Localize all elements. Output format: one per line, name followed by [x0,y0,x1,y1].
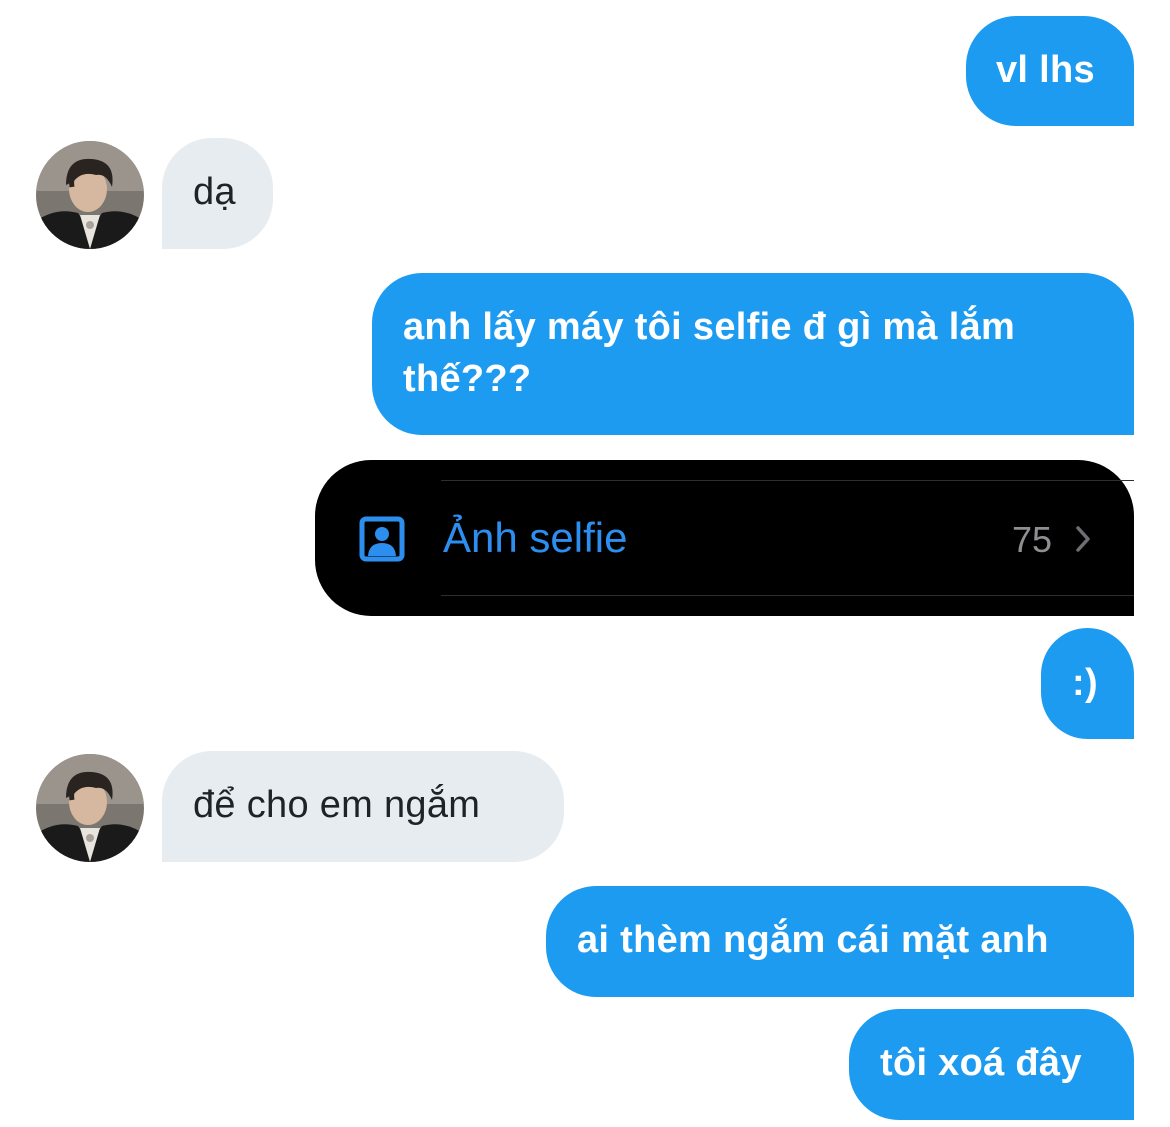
message-bubble-outgoing[interactable]: :) [1041,628,1134,739]
avatar-photo [36,141,144,249]
message-bubble-outgoing[interactable]: tôi xoá đây [849,1009,1134,1120]
divider [441,595,1134,596]
album-label: Ảnh selfie [443,514,628,561]
divider [441,480,1134,481]
message-text: vl lhs [996,49,1095,91]
message-bubble-outgoing[interactable]: vl lhs [966,16,1134,126]
message-bubble-outgoing[interactable]: anh lấy máy tôi selfie đ gì mà lắm thế??… [372,273,1134,435]
contact-avatar[interactable] [36,754,144,862]
message-text: tôi xoá đây [880,1042,1082,1084]
message-bubble-incoming[interactable]: dạ [162,138,273,249]
album-card[interactable]: Ảnh selfie 75 [315,460,1134,616]
message-text: để cho em ngắm [193,784,481,826]
chevron-right-icon [1076,526,1090,552]
person-portrait-icon [359,516,405,562]
message-text: :) [1072,662,1098,704]
message-bubble-incoming[interactable]: để cho em ngắm [162,751,564,862]
message-text: ai thèm ngắm cái mặt anh [577,919,1049,961]
album-count: 75 [1011,519,1052,560]
avatar-photo [36,754,144,862]
contact-avatar[interactable] [36,141,144,249]
message-bubble-outgoing[interactable]: ai thèm ngắm cái mặt anh [546,886,1134,997]
message-text: dạ [193,171,236,213]
message-text: anh lấy máy tôi selfie đ gì mà lắm thế??… [403,306,1016,400]
